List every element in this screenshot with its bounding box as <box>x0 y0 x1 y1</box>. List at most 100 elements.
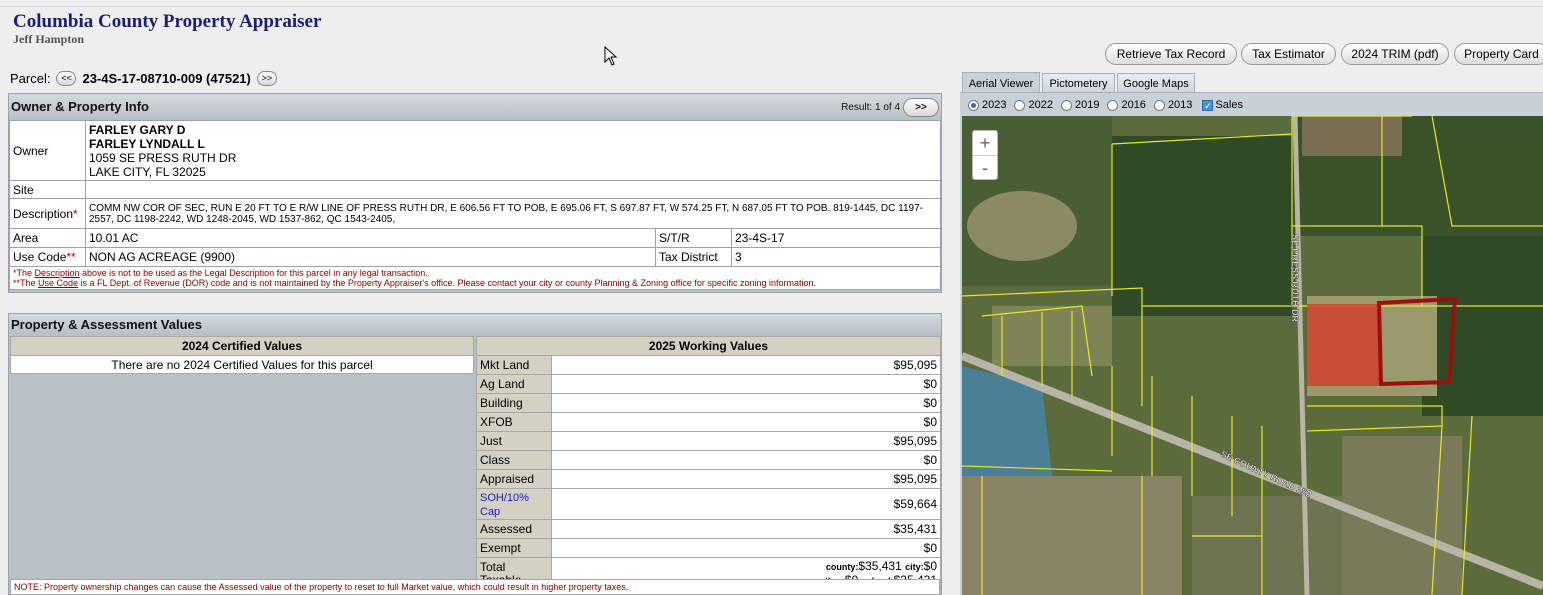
zoom-out-button[interactable]: - <box>973 156 997 180</box>
map-zoom-control: + - <box>972 130 998 180</box>
description-row: Description* COMM NW COR OF SEC, RUN E 2… <box>9 198 941 229</box>
site-subtitle: Jeff Hampton <box>13 32 84 46</box>
tab-pictometery[interactable]: Pictometery <box>1042 73 1115 93</box>
property-card-button[interactable]: Property Card <box>1454 43 1543 65</box>
mouse-cursor-icon <box>604 46 618 66</box>
year-label: 2022 <box>1028 99 1053 111</box>
owner-label: Owner <box>9 120 86 181</box>
notes-row: *The Description above is not to be used… <box>9 266 941 290</box>
owner-row: Owner FARLEY GARY D FARLEY LYNDALL L 105… <box>9 120 941 181</box>
owner-city: LAKE CITY, FL 32025 <box>89 164 206 179</box>
zoom-in-button[interactable]: + <box>973 131 997 155</box>
owner-value: FARLEY GARY D FARLEY LYNDALL L 1059 SE P… <box>85 120 941 181</box>
site-title: Columbia County Property Appraiser <box>13 11 322 32</box>
next-result-button[interactable]: >> <box>903 98 939 117</box>
usecode-value: NON AG ACREAGE (9900) <box>85 247 656 267</box>
year-radio-2023[interactable] <box>968 99 979 111</box>
value-row: SOH/10% Cap $59,664 <box>476 488 941 520</box>
tab-aerial-viewer[interactable]: Aerial Viewer <box>962 72 1040 94</box>
certified-values-table: 2024 Certified Values There are no 2024 … <box>10 336 474 374</box>
value-row: Ag Land $0 <box>476 374 941 394</box>
note1-suffix: above is not to be used as the Legal Des… <box>79 268 428 278</box>
str-label: S/T/R <box>655 228 732 248</box>
description-asterisk: * <box>73 206 78 221</box>
working-values-header: 2025 Working Values <box>476 336 941 356</box>
value-label: Just <box>476 431 552 451</box>
aerial-map[interactable]: SE PRESS RUTH DR SE COUNTY ROAD 252 <box>962 116 1543 595</box>
description-label-cell: Description* <box>9 198 86 229</box>
soh-cap-link[interactable]: SOH/10% Cap <box>480 492 529 518</box>
parcel-row: Parcel: << 23-4S-17-08710-009 (47521) >> <box>10 69 283 87</box>
usecode-label-cell: Use Code** <box>9 247 86 267</box>
value-row: Mkt Land $95,095 <box>476 355 941 375</box>
site-row: Site <box>9 180 941 199</box>
city-label: city: <box>905 561 924 572</box>
certified-values-message: There are no 2024 Certified Values for t… <box>10 355 474 374</box>
value-amount: $0 <box>551 393 941 413</box>
county-value: $35,431 <box>858 558 902 573</box>
tab-google-maps[interactable]: Google Maps <box>1117 73 1195 93</box>
value-amount: $59,664 <box>551 488 941 520</box>
area-value: 10.01 AC <box>85 228 656 248</box>
trim-pdf-button[interactable]: 2024 TRIM (pdf) <box>1341 43 1449 65</box>
total-label-line1: Total <box>480 559 506 574</box>
legal-notes: *The Description above is not to be used… <box>9 266 941 290</box>
parcel-number: 23-4S-17-08710-009 (47521) <box>82 70 251 86</box>
year-label: 2019 <box>1074 99 1100 111</box>
year-selector: 2023 2022 2019 2016 2013 ✓ Sales <box>966 96 1243 114</box>
owner-name-1: FARLEY GARY D <box>89 122 186 137</box>
value-amount: $95,095 <box>551 431 941 451</box>
total-line-1: county:$35,431 city:$0 <box>555 558 937 574</box>
aerial-map-image[interactable]: SE PRESS RUTH DR SE COUNTY ROAD 252 <box>962 116 1543 595</box>
next-parcel-button[interactable]: >> <box>256 70 277 86</box>
value-row: Just $95,095 <box>476 431 941 451</box>
tax-estimator-button[interactable]: Tax Estimator <box>1241 43 1336 65</box>
value-amount: $0 <box>551 538 941 558</box>
owner-property-panel: Owner & Property Info Result: 1 of 4 >> … <box>8 93 942 293</box>
retrieve-tax-record-button[interactable]: Retrieve Tax Record <box>1105 43 1237 65</box>
value-label: Ag Land <box>476 374 552 394</box>
value-row: Exempt $0 <box>476 538 941 558</box>
note2-suffix: is a FL Dept. of Revenue (DOR) code and … <box>78 278 816 288</box>
result-nav: Result: 1 of 4 >> <box>841 98 939 117</box>
working-values-table: 2025 Working Values Mkt Land $95,095 Ag L… <box>476 336 941 590</box>
value-amount: $0 <box>551 450 941 470</box>
value-label: Assessed <box>476 519 552 539</box>
usecode-note: **The Use Code is a FL Dept. of Revenue … <box>13 278 937 288</box>
value-amount: $35,431 <box>551 519 941 539</box>
value-label: Class <box>476 450 552 470</box>
header-divider <box>0 6 1543 7</box>
description-value: COMM NW COR OF SEC, RUN E 20 FT TO E R/W… <box>85 198 941 229</box>
owner-info-table: Owner FARLEY GARY D FARLEY LYNDALL L 105… <box>9 120 941 290</box>
city-value: $0 <box>923 558 937 573</box>
value-label: Appraised <box>476 469 552 489</box>
year-radio-2022[interactable] <box>1014 99 1026 111</box>
value-amount: $0 <box>551 412 941 432</box>
sales-checkbox[interactable]: ✓ <box>1202 99 1214 111</box>
assessment-note: NOTE: Property ownership changes can cau… <box>10 579 940 595</box>
description-label: Description <box>13 206 74 221</box>
road-label-press-ruth: SE PRESS RUTH DR <box>1290 234 1300 323</box>
certified-values-header: 2024 Certified Values <box>10 336 474 356</box>
usecode-note-link[interactable]: Use Code <box>38 278 78 288</box>
owner-address: 1059 SE PRESS RUTH DR <box>89 150 237 165</box>
year-label: 2016 <box>1121 99 1146 111</box>
description-note-link[interactable]: Description <box>35 268 80 278</box>
note2-prefix: **The <box>13 278 39 288</box>
site-value <box>85 180 941 199</box>
county-label: county: <box>825 561 859 572</box>
year-label: 2023 <box>982 99 1007 111</box>
result-count: Result: 1 of 4 <box>841 102 900 113</box>
usecode-label: Use Code <box>13 250 67 264</box>
year-radio-2016[interactable] <box>1107 99 1119 111</box>
values-panel-title: Property & Assessment Values <box>11 317 202 332</box>
value-label: Building <box>476 393 552 413</box>
owner-name-2: FARLEY LYNDALL L <box>89 136 205 151</box>
year-radio-2019[interactable] <box>1060 99 1072 111</box>
year-radio-2013[interactable] <box>1153 99 1165 111</box>
sales-label: Sales <box>1215 99 1243 111</box>
value-amount: $95,095 <box>551 469 941 489</box>
assessment-values-panel: Property & Assessment Values 2024 Certif… <box>8 313 942 595</box>
previous-parcel-button[interactable]: << <box>56 70 77 86</box>
description-note: *The Description above is not to be used… <box>13 268 937 278</box>
